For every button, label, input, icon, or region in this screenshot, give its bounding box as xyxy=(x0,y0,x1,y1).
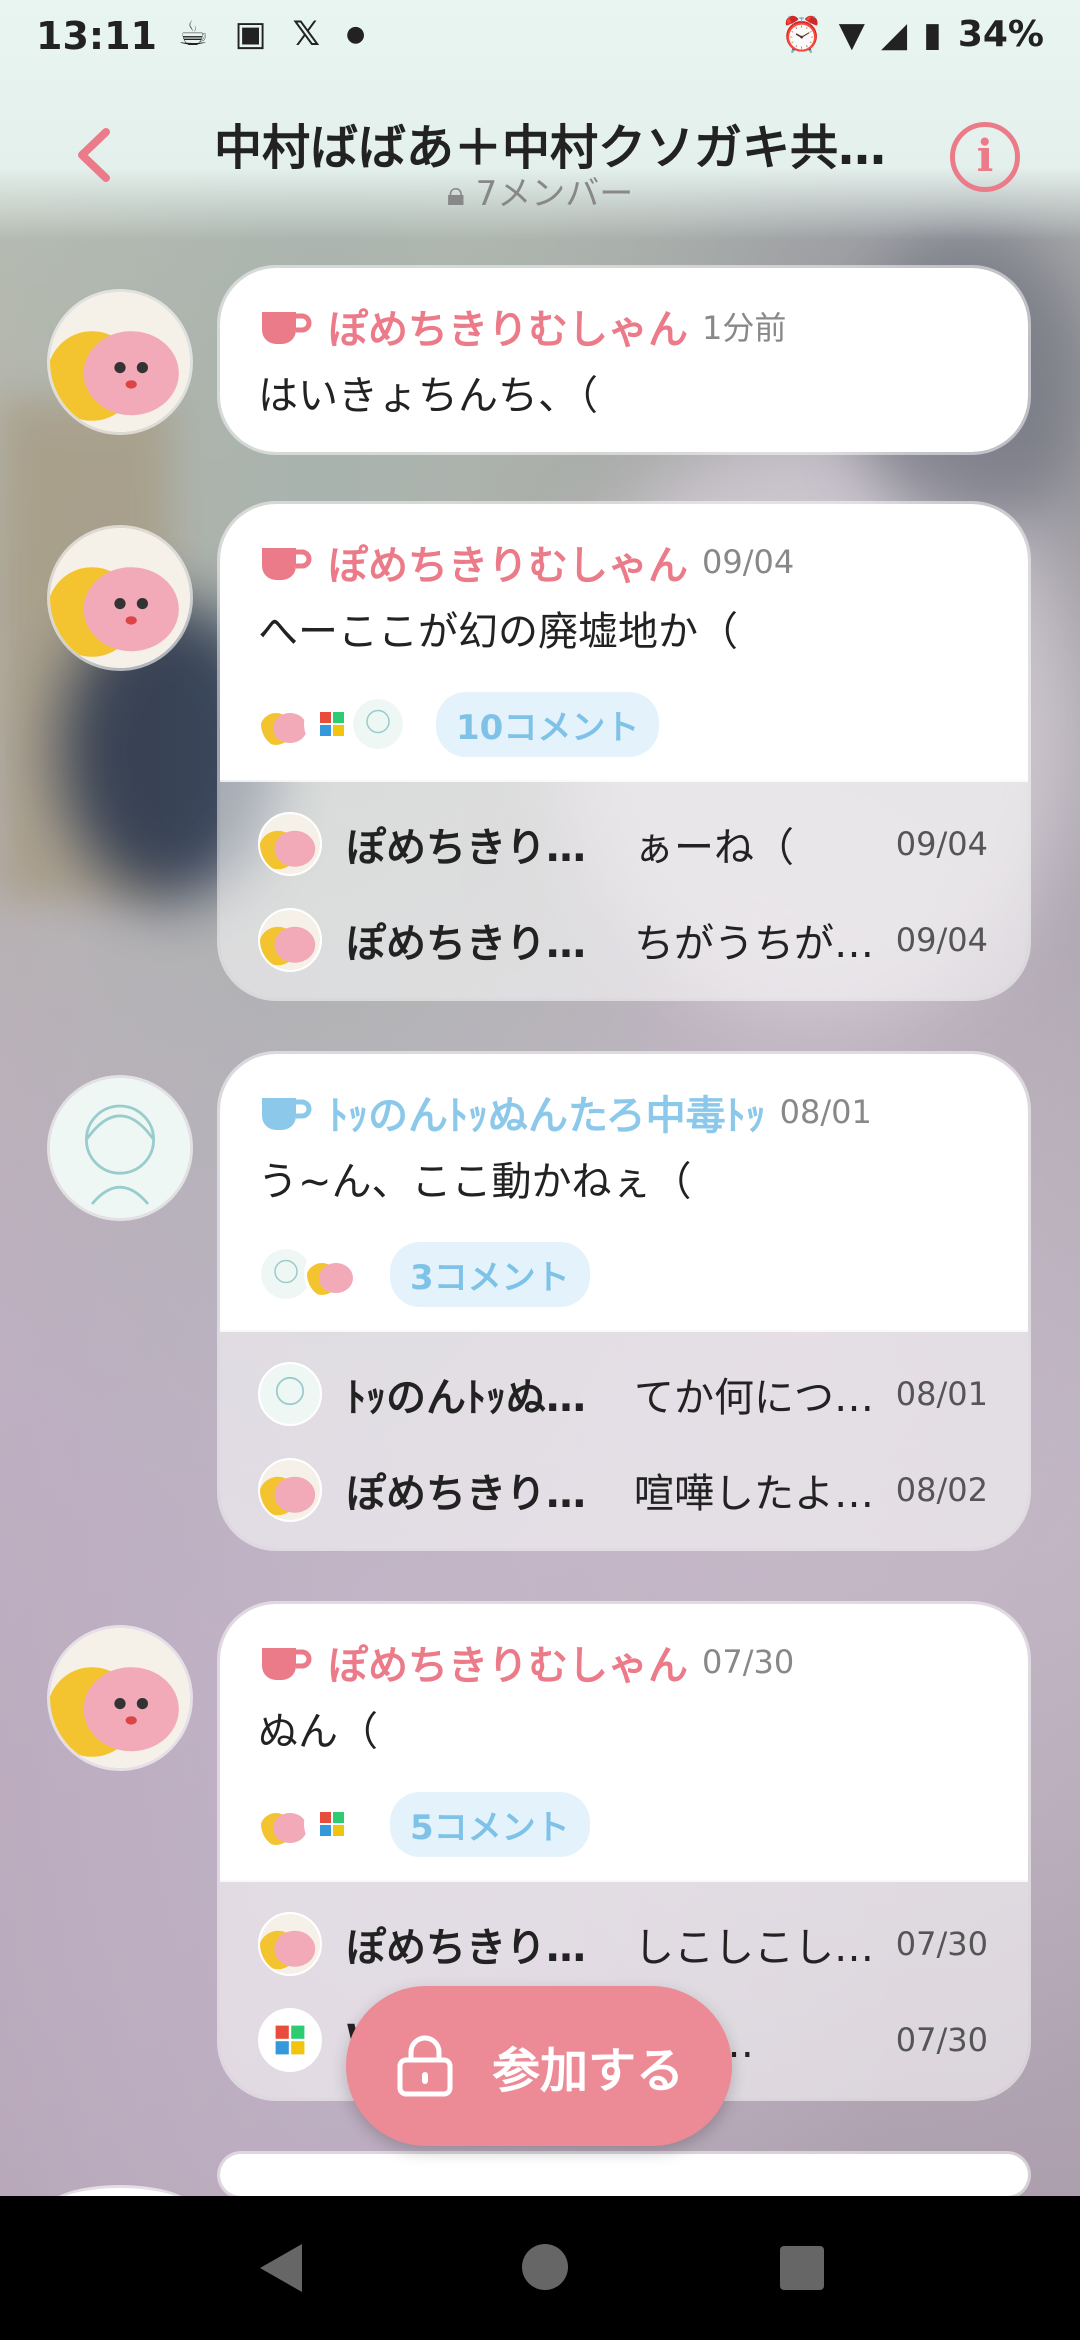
reply-text: ぁーね（ xyxy=(634,825,794,871)
commenter-avatar xyxy=(304,1246,360,1302)
post-card[interactable]: ぽめちきりむしゃん 1分前 はいきょちんち、（ xyxy=(220,268,1028,452)
x-logo-icon: 𝕏 xyxy=(292,14,321,54)
reply-text: しこしこし… xyxy=(634,1925,874,1971)
avatar[interactable] xyxy=(50,292,190,432)
reply-time: 08/01 xyxy=(895,1375,988,1413)
nav-home-icon[interactable] xyxy=(522,2244,568,2290)
reply-time: 07/30 xyxy=(895,2021,988,2059)
member-count: 🔒︎ 7メンバー xyxy=(446,174,634,214)
post-card[interactable]: ぽめちきりむしゃん 09/04 へーここが幻の廃墟地か（ 10コメント ぽめちき xyxy=(220,504,1028,998)
comment-count-badge[interactable]: 10コメント xyxy=(436,691,660,757)
post-author[interactable]: ぽめちきりむしゃん xyxy=(328,297,688,355)
join-button[interactable]: 参加する xyxy=(346,1986,732,2146)
comment-count-badge[interactable]: 5コメント xyxy=(390,1791,590,1857)
reply-author: ﾄｯのんﾄｯぬ… xyxy=(346,1375,586,1421)
reply-avatar xyxy=(258,1458,322,1522)
alarm-icon: ⏰ xyxy=(780,14,823,55)
commenter-avatar xyxy=(350,696,406,752)
signal-icon: ◢ xyxy=(880,14,908,55)
post-text: う~ん、ここ動かねぇ（ xyxy=(258,1159,692,1205)
reply-avatar xyxy=(258,1362,322,1426)
post-card[interactable] xyxy=(220,2154,1028,2196)
post-author[interactable]: ﾄｯのんﾄｯぬんたろ中毒ﾄｯ xyxy=(328,1083,766,1141)
reply-avatar xyxy=(258,908,322,972)
cup-icon xyxy=(262,1098,312,1130)
reply-item[interactable]: ぽめちきり… 喧嘩したよ… 08/02 xyxy=(220,1442,1028,1538)
avatar[interactable] xyxy=(50,1628,190,1768)
post-time: 09/04 xyxy=(702,543,795,581)
reply-author: ぽめちきり… xyxy=(346,1925,586,1971)
app-icon: ▣ xyxy=(234,14,267,54)
cup-icon: ☕ xyxy=(178,14,209,54)
lock-icon: 🔒︎ xyxy=(446,174,465,214)
status-bar: 13:11 ☕ ▣ 𝕏 ● ⏰ ▼ ◢ ▮ 34% xyxy=(0,0,1080,74)
reply-time: 09/04 xyxy=(895,825,988,863)
wifi-icon: ▼ xyxy=(838,14,865,55)
reply-text: 喧嘩したよ… xyxy=(634,1471,874,1517)
comment-count-badge[interactable]: 3コメント xyxy=(390,1241,590,1307)
reply-text: ちがうちが… xyxy=(634,921,874,967)
cup-icon xyxy=(262,1648,312,1680)
info-icon: i xyxy=(976,131,994,182)
comment-summary[interactable]: 10コメント xyxy=(258,691,990,757)
reply-list: ﾄｯのんﾄｯぬ… てか何につ… 08/01 ぽめちきり… 喧嘩したよ… 08/0… xyxy=(220,1330,1028,1548)
cup-icon xyxy=(262,548,312,580)
post-card[interactable]: ﾄｯのんﾄｯぬんたろ中毒ﾄｯ 08/01 う~ん、ここ動かねぇ（ 3コメント ﾄ… xyxy=(220,1054,1028,1548)
reply-avatar xyxy=(258,812,322,876)
post-text: へーここが幻の廃墟地か（ xyxy=(258,609,738,655)
dot-icon: ● xyxy=(346,21,366,47)
status-time: 13:11 xyxy=(36,14,157,58)
post-time: 07/30 xyxy=(702,1643,795,1681)
battery-icon: ▮ xyxy=(923,14,942,55)
reply-author: ぽめちきり… xyxy=(346,921,586,967)
reply-text: てか何につ… xyxy=(634,1375,874,1421)
reply-author: ぽめちきり… xyxy=(346,825,586,871)
group-header: 中村ばばあ＋中村クソガキ共… 🔒︎ 7メンバー i xyxy=(0,90,1080,220)
reply-time: 09/04 xyxy=(895,921,988,959)
windows-logo-icon xyxy=(258,2008,322,2072)
lock-icon xyxy=(397,2035,453,2097)
reply-item[interactable]: ぽめちきり… しこしこし… 07/30 xyxy=(220,1896,1028,1992)
post-text: はいきょちんち、（ xyxy=(258,373,598,419)
post-author[interactable]: ぽめちきりむしゃん xyxy=(328,1633,688,1691)
comment-summary[interactable]: 3コメント xyxy=(258,1241,990,1307)
windows-logo-icon xyxy=(304,1796,360,1852)
reply-item[interactable]: ぽめちきり… ぁーね（ 09/04 xyxy=(220,796,1028,892)
nav-back-icon[interactable] xyxy=(260,2244,302,2292)
join-label: 参加する xyxy=(491,2043,684,2099)
reply-author: ぽめちきり… xyxy=(346,1471,586,1517)
avatar[interactable] xyxy=(50,528,190,668)
reply-item[interactable]: ﾄｯのんﾄｯぬ… てか何につ… 08/01 xyxy=(220,1346,1028,1442)
comment-summary[interactable]: 5コメント xyxy=(258,1791,990,1857)
post-time: 1分前 xyxy=(702,309,787,347)
battery-percent: 34% xyxy=(957,14,1044,55)
cup-icon xyxy=(262,312,312,344)
system-nav-bar xyxy=(0,2196,1080,2340)
info-button[interactable]: i xyxy=(950,122,1020,192)
nav-recents-icon[interactable] xyxy=(780,2246,824,2290)
reply-time: 08/02 xyxy=(895,1471,988,1509)
post-text: ぬん（ xyxy=(258,1709,378,1755)
avatar[interactable] xyxy=(50,1078,190,1218)
post-author[interactable]: ぽめちきりむしゃん xyxy=(328,533,688,591)
reply-avatar xyxy=(258,1912,322,1976)
reply-item[interactable]: ぽめちきり… ちがうちが… 09/04 xyxy=(220,892,1028,988)
post-time: 08/01 xyxy=(779,1093,872,1131)
reply-list: ぽめちきり… ぁーね（ 09/04 ぽめちきり… ちがうちが… 09/04 xyxy=(220,780,1028,998)
reply-time: 07/30 xyxy=(895,1925,988,1963)
